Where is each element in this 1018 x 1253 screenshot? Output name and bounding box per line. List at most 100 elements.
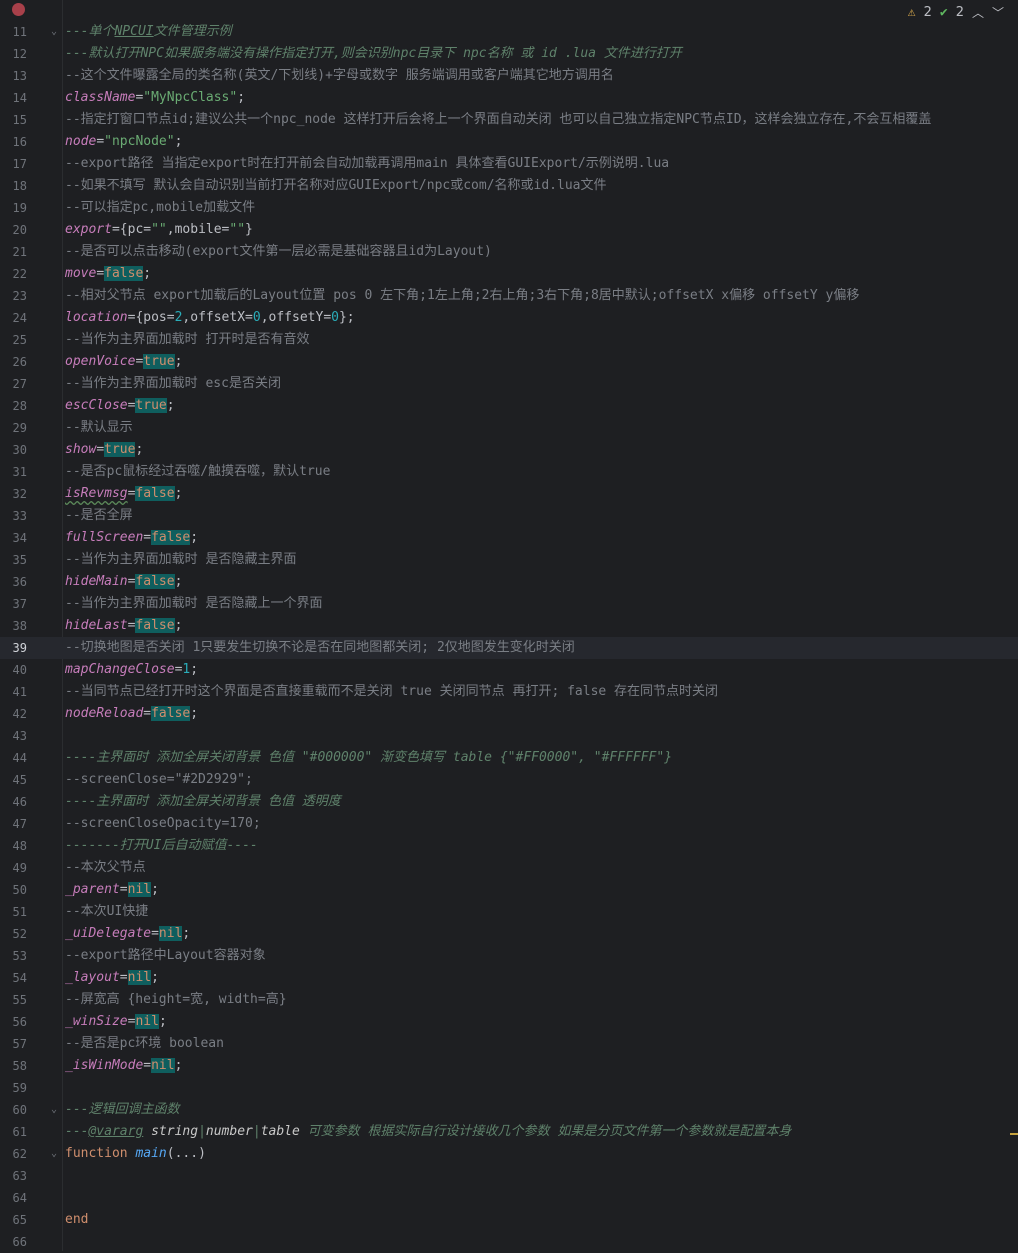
fold-toggle-icon[interactable]: ⌄ bbox=[49, 1143, 59, 1165]
code-line[interactable]: 39 --切换地图是否关闭 1只要发生切换不论是否在同地图都关闭; 2仅地图发生变… bbox=[0, 637, 1018, 659]
code-text[interactable]: --如果不填写 默认会自动识别当前打开名称对应GUIExport/npc或com… bbox=[65, 175, 607, 197]
code-text[interactable]: --当同节点已经打开时这个界面是否直接重载而不是关闭 true 关闭同节点 再打… bbox=[65, 681, 718, 703]
code-line[interactable]: 50 _parent=nil; bbox=[0, 879, 1018, 901]
code-lines[interactable]: 11 ⌄ ---单个NPCUI文件管理示例 12 ---默认打开NPC如果服务端没有操作… bbox=[0, 21, 1018, 1253]
code-text[interactable]: --是否可以点击移动(export文件第一层必需是基础容器且id为Layout) bbox=[65, 241, 492, 263]
code-line[interactable]: 43 bbox=[0, 725, 1018, 747]
code-line[interactable]: 64 bbox=[0, 1187, 1018, 1209]
code-line[interactable]: 61 ---@vararg string|number|table 可变参数 根据… bbox=[0, 1121, 1018, 1143]
chevron-down-icon[interactable]: ﹀ bbox=[992, 4, 1004, 21]
code-text[interactable]: --screenClose="#2D2929"; bbox=[65, 769, 253, 791]
code-line[interactable]: 55 --屏宽高 {height=宽, width=高} bbox=[0, 989, 1018, 1011]
code-line[interactable]: 23 --相对父节点 export加载后的Layout位置 pos 0 左下角;1… bbox=[0, 285, 1018, 307]
code-text[interactable]: -------打开UI后自动赋值---- bbox=[65, 835, 258, 857]
code-text[interactable]: nodeReload=false; bbox=[65, 703, 198, 725]
code-line[interactable]: 53 --export路径中Layout容器对象 bbox=[0, 945, 1018, 967]
code-line[interactable]: 51 --本次UI快捷 bbox=[0, 901, 1018, 923]
code-line[interactable]: 32 isRevmsg=false; bbox=[0, 483, 1018, 505]
code-line[interactable]: 16 node="npcNode"; bbox=[0, 131, 1018, 153]
code-line[interactable]: 11 ⌄ ---单个NPCUI文件管理示例 bbox=[0, 21, 1018, 43]
code-text[interactable]: --当作为主界面加载时 是否隐藏主界面 bbox=[65, 549, 296, 571]
fold-toggle-icon[interactable]: ⌄ bbox=[49, 21, 59, 43]
code-text[interactable]: --是否全屏 bbox=[65, 505, 133, 527]
code-line[interactable]: 62 ⌄ function main(...) bbox=[0, 1143, 1018, 1165]
code-text[interactable]: --指定打窗口节点id;建议公共一个npc_node 这样打开后会将上一个界面自… bbox=[65, 109, 931, 131]
code-text[interactable]: location={pos=2,offsetX=0,offsetY=0}; bbox=[65, 307, 355, 329]
code-text[interactable]: --是否pc鼠标经过吞噬/触摸吞噬，默认true bbox=[65, 461, 330, 483]
code-text[interactable]: _uiDelegate=nil; bbox=[65, 923, 190, 945]
code-line[interactable]: 26 openVoice=true; bbox=[0, 351, 1018, 373]
code-line[interactable]: 24 location={pos=2,offsetX=0,offsetY=0}; bbox=[0, 307, 1018, 329]
breakpoint-icon[interactable] bbox=[12, 3, 25, 16]
code-text[interactable]: --当作为主界面加载时 打开时是否有音效 bbox=[65, 329, 309, 351]
code-line[interactable]: 36 hideMain=false; bbox=[0, 571, 1018, 593]
code-text[interactable]: hideLast=false; bbox=[65, 615, 182, 637]
code-text[interactable]: --本次UI快捷 bbox=[65, 901, 148, 923]
code-line[interactable]: 12 ---默认打开NPC如果服务端没有操作指定打开,则会识别npc目录下 npc… bbox=[0, 43, 1018, 65]
code-text[interactable]: --默认显示 bbox=[65, 417, 133, 439]
code-text[interactable]: _winSize=nil; bbox=[65, 1011, 167, 1033]
code-text[interactable]: end bbox=[65, 1209, 88, 1231]
code-text[interactable]: export={pc="",mobile=""} bbox=[65, 219, 253, 241]
code-text[interactable]: --相对父节点 export加载后的Layout位置 pos 0 左下角;1左上… bbox=[65, 285, 859, 307]
code-line[interactable]: 66 bbox=[0, 1231, 1018, 1253]
code-line[interactable]: 30 show=true; bbox=[0, 439, 1018, 461]
code-line[interactable]: 27 --当作为主界面加载时 esc是否关闭 bbox=[0, 373, 1018, 395]
code-text[interactable]: mapChangeClose=1; bbox=[65, 659, 198, 681]
code-text[interactable]: --本次父节点 bbox=[65, 857, 146, 879]
code-text[interactable]: hideMain=false; bbox=[65, 571, 182, 593]
code-line[interactable]: 14 className="MyNpcClass"; bbox=[0, 87, 1018, 109]
code-line[interactable]: 35 --当作为主界面加载时 是否隐藏主界面 bbox=[0, 549, 1018, 571]
code-line[interactable]: 22 move=false; bbox=[0, 263, 1018, 285]
code-line[interactable]: 65 end bbox=[0, 1209, 1018, 1231]
code-editor[interactable]: ⚠ 2 ✔ 2 ︿ ﹀ 11 ⌄ ---单个NPCUI文件管理示例 12 ---默认打开… bbox=[0, 0, 1018, 1251]
code-text[interactable]: _parent=nil; bbox=[65, 879, 159, 901]
code-line[interactable]: 28 escClose=true; bbox=[0, 395, 1018, 417]
code-line[interactable]: 45 --screenClose="#2D2929"; bbox=[0, 769, 1018, 791]
code-text[interactable]: show=true; bbox=[65, 439, 143, 461]
code-line[interactable]: 15 --指定打窗口节点id;建议公共一个npc_node 这样打开后会将上一个界… bbox=[0, 109, 1018, 131]
code-line[interactable]: 17 --export路径 当指定export时在打开前会自动加载再调用main … bbox=[0, 153, 1018, 175]
code-text[interactable]: --屏宽高 {height=宽, width=高} bbox=[65, 989, 287, 1011]
code-line[interactable]: 60 ⌄ ---逻辑回调主函数 bbox=[0, 1099, 1018, 1121]
code-line[interactable]: 29 --默认显示 bbox=[0, 417, 1018, 439]
code-text[interactable]: function main(...) bbox=[65, 1143, 206, 1165]
code-line[interactable]: 42 nodeReload=false; bbox=[0, 703, 1018, 725]
code-text[interactable]: --export路径中Layout容器对象 bbox=[65, 945, 266, 967]
code-text[interactable]: ---默认打开NPC如果服务端没有操作指定打开,则会识别npc目录下 npc名称… bbox=[65, 43, 682, 65]
code-line[interactable]: 18 --如果不填写 默认会自动识别当前打开名称对应GUIExport/npc或c… bbox=[0, 175, 1018, 197]
code-line[interactable]: 46 ----主界面时 添加全屏关闭背景 色值 透明度 bbox=[0, 791, 1018, 813]
code-line[interactable]: 48 -------打开UI后自动赋值---- bbox=[0, 835, 1018, 857]
code-line[interactable]: 59 bbox=[0, 1077, 1018, 1099]
code-line[interactable]: 40 mapChangeClose=1; bbox=[0, 659, 1018, 681]
code-line[interactable]: 34 fullScreen=false; bbox=[0, 527, 1018, 549]
code-text[interactable]: ---@vararg string|number|table 可变参数 根据实际… bbox=[65, 1121, 791, 1143]
scrollbar-marker[interactable] bbox=[1010, 1133, 1018, 1135]
code-text[interactable]: --screenCloseOpacity=170; bbox=[65, 813, 261, 835]
code-line[interactable]: 33 --是否全屏 bbox=[0, 505, 1018, 527]
fold-toggle-icon[interactable]: ⌄ bbox=[49, 1099, 59, 1121]
code-line[interactable]: 58 _isWinMode=nil; bbox=[0, 1055, 1018, 1077]
code-text[interactable]: --这个文件曝露全局的类名称(英文/下划线)+字母或数字 服务端调用或客户端其它… bbox=[65, 65, 614, 87]
code-text[interactable]: _isWinMode=nil; bbox=[65, 1055, 182, 1077]
code-line[interactable]: 38 hideLast=false; bbox=[0, 615, 1018, 637]
code-text[interactable]: move=false; bbox=[65, 263, 151, 285]
chevron-up-icon[interactable]: ︿ bbox=[972, 4, 984, 21]
code-text[interactable]: isRevmsg=false; bbox=[65, 483, 182, 505]
code-line[interactable]: 41 --当同节点已经打开时这个界面是否直接重载而不是关闭 true 关闭同节点 … bbox=[0, 681, 1018, 703]
code-line[interactable]: 20 export={pc="",mobile=""} bbox=[0, 219, 1018, 241]
code-text[interactable]: escClose=true; bbox=[65, 395, 175, 417]
code-text[interactable]: _layout=nil; bbox=[65, 967, 159, 989]
code-text[interactable]: fullScreen=false; bbox=[65, 527, 198, 549]
code-line[interactable]: 47 --screenCloseOpacity=170; bbox=[0, 813, 1018, 835]
code-line[interactable]: 52 _uiDelegate=nil; bbox=[0, 923, 1018, 945]
code-text[interactable]: className="MyNpcClass"; bbox=[65, 87, 245, 109]
code-line[interactable]: 19 --可以指定pc,mobile加载文件 bbox=[0, 197, 1018, 219]
code-text[interactable]: ---逻辑回调主函数 bbox=[65, 1099, 179, 1121]
code-text[interactable]: ---单个NPCUI文件管理示例 bbox=[65, 21, 232, 43]
code-text[interactable]: ----主界面时 添加全屏关闭背景 色值 透明度 bbox=[65, 791, 341, 813]
code-line[interactable]: 56 _winSize=nil; bbox=[0, 1011, 1018, 1033]
code-line[interactable]: 25 --当作为主界面加载时 打开时是否有音效 bbox=[0, 329, 1018, 351]
code-text[interactable]: --当作为主界面加载时 esc是否关闭 bbox=[65, 373, 281, 395]
code-line[interactable]: 21 --是否可以点击移动(export文件第一层必需是基础容器且id为Layou… bbox=[0, 241, 1018, 263]
